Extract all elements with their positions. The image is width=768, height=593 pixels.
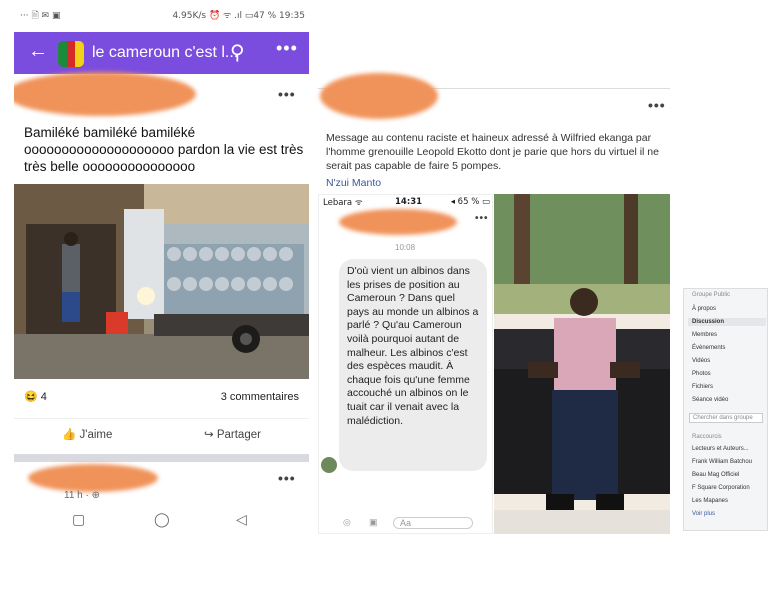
thumbs-up-icon: 👍 <box>62 429 77 441</box>
post-text: Bamiléké bamiléké bamiléké ooooooooooooo… <box>24 125 304 174</box>
android-nav-bar: ▢ ◯ ◁ <box>14 505 309 535</box>
middle-screenshot: ••• Message au contenu raciste et haineu… <box>318 73 670 534</box>
status-left: ··· 🗎 ✉ ▣ <box>20 11 61 21</box>
chat-input-bar: ◎ ▣ Aa <box>319 517 492 533</box>
camera-icon[interactable]: ◎ <box>343 517 351 528</box>
shortcut-item[interactable]: Frank William Batchou <box>692 459 752 465</box>
comments-count[interactable]: 3 commentaires <box>221 391 299 403</box>
sidebar-item-discussion[interactable]: Discussion <box>688 318 766 326</box>
more-options-icon[interactable]: ••• <box>276 38 298 59</box>
redacted-name-blob-2 <box>28 464 158 492</box>
sidebar-search-input[interactable]: Chercher dans groupe <box>689 413 763 423</box>
chat-options-icon[interactable]: ••• <box>475 213 489 224</box>
sidebar-item-files[interactable]: Fichiers <box>692 384 713 390</box>
status-right: 4.95K/s ⏰ ᯤ .ıl ▭47 % 19:35 <box>172 11 305 21</box>
messenger-screenshot: Lebara ᯤ 14:31 ◂ 65 % ▭ ••• 10:08 D'où v… <box>318 194 493 534</box>
post-photo[interactable] <box>14 184 309 379</box>
shortcut-item[interactable]: Lecteurs et Auteurs... <box>692 446 749 452</box>
group-title: le cameroun c'est l... <box>92 44 239 61</box>
post-message: Message au contenu raciste et haineux ad… <box>326 132 659 172</box>
man-portrait-photo[interactable] <box>494 194 670 534</box>
chat-input[interactable]: Aa <box>393 517 473 529</box>
redacted-name-blob <box>14 72 196 116</box>
shortcut-item[interactable]: Les Mapanes <box>692 498 728 504</box>
battery: ◂ 65 % ▭ <box>450 197 490 207</box>
like-label: J'aime <box>79 429 113 441</box>
post-author-link[interactable]: N'zui Manto <box>326 177 381 189</box>
feed-divider <box>14 454 309 462</box>
chat-timestamp: 10:08 <box>395 243 416 252</box>
chat-clock: 14:31 <box>395 197 423 207</box>
back-triangle-icon[interactable]: ◁ <box>236 511 247 528</box>
sidebar-item-about[interactable]: À propos <box>692 306 716 312</box>
chat-message-bubble: D'où vient un albinos dans les prises de… <box>339 259 487 471</box>
post-timestamp: 11 h · ⊕ <box>64 490 100 501</box>
sidebar-item-members[interactable]: Membres <box>692 332 717 338</box>
image-icon[interactable]: ▣ <box>369 517 378 528</box>
facebook-post-card: ••• Message au contenu raciste et haineu… <box>318 73 670 189</box>
status-bar: ··· 🗎 ✉ ▣ 4.95K/s ⏰ ᯤ .ıl ▭47 % 19:35 <box>14 8 309 22</box>
shortcuts-header: Raccourcis <box>692 434 722 440</box>
sidebar-header: Groupe Public <box>692 292 731 298</box>
group-sidebar-screenshot: Groupe Public À propos Discussion Membre… <box>683 288 768 531</box>
share-button[interactable]: ↪ Partager <box>204 427 261 441</box>
share-arrow-icon: ↪ <box>204 429 214 441</box>
like-button[interactable]: 👍 J'aime <box>62 427 112 441</box>
cameroon-flag-icon <box>58 41 84 67</box>
reaction-count[interactable]: 😆 4 <box>24 390 47 403</box>
post-options-icon[interactable]: ••• <box>278 86 296 102</box>
post-actions: 👍 J'aime ↪ Partager <box>14 418 309 454</box>
see-more-link[interactable]: Voir plus <box>692 511 715 517</box>
search-icon[interactable]: ⚲ <box>230 40 245 65</box>
post-options-icon-3[interactable]: ••• <box>648 97 666 113</box>
shortcut-item[interactable]: F Square Corporation <box>692 485 750 491</box>
carrier: Lebara ᯤ <box>323 198 363 208</box>
share-label: Partager <box>216 429 261 441</box>
sidebar-item-events[interactable]: Évènements <box>692 345 725 351</box>
redacted-contact-blob <box>339 209 457 235</box>
reaction-count-value: 4 <box>40 391 47 403</box>
left-phone-screenshot: ··· 🗎 ✉ ▣ 4.95K/s ⏰ ᯤ .ıl ▭47 % 19:35 ← … <box>14 0 309 535</box>
redacted-author-blob <box>320 73 438 119</box>
shortcut-item[interactable]: Beau Mag Officiel <box>692 472 739 478</box>
sidebar-item-photos[interactable]: Photos <box>692 371 711 377</box>
group-app-bar: ← le cameroun c'est l... ⚲ ••• <box>14 32 309 74</box>
sidebar-item-videos[interactable]: Vidéos <box>692 358 710 364</box>
home-icon[interactable]: ◯ <box>154 511 170 528</box>
recent-apps-icon[interactable]: ▢ <box>72 511 85 528</box>
post-options-icon-2[interactable]: ••• <box>278 470 296 486</box>
back-arrow-icon[interactable]: ← <box>28 40 48 63</box>
sender-avatar <box>321 457 337 473</box>
sidebar-item-video-session[interactable]: Séance vidéo <box>692 397 728 403</box>
